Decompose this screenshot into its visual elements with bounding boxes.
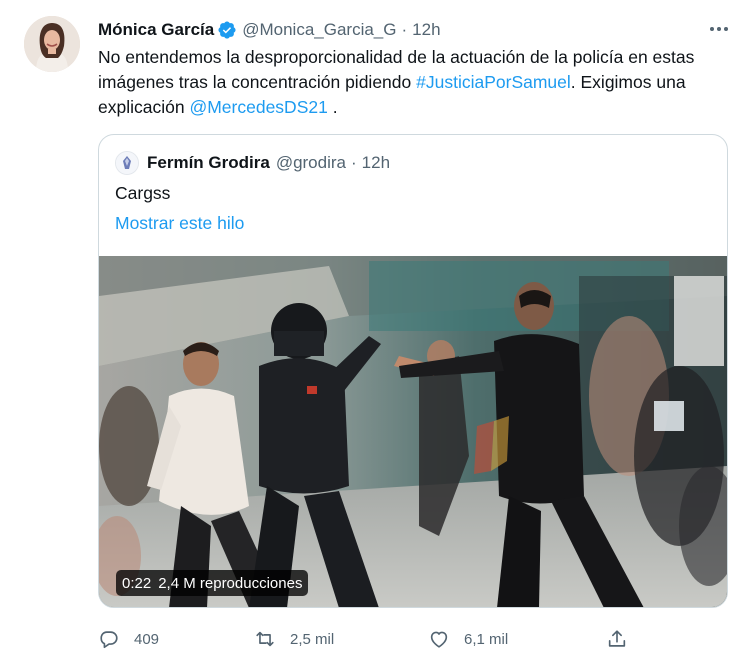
author-handle[interactable]: @Monica_Garcia_G <box>242 20 396 40</box>
author-avatar[interactable] <box>24 16 80 72</box>
heart-icon <box>430 631 448 648</box>
quoted-timestamp[interactable]: 12h <box>362 153 390 173</box>
quoted-avatar-image <box>116 152 138 174</box>
author-avatar-photo <box>24 16 80 72</box>
video-duration: 0:22 <box>122 574 152 592</box>
tweet: Mónica García @Monica_Garcia_G · 12h No … <box>0 0 751 664</box>
quoted-separator-dot: · <box>351 153 357 172</box>
video-views: 2,4 M reproducciones <box>158 574 303 592</box>
like-count: 6,1 mil <box>464 630 509 648</box>
retweet-button[interactable]: 2,5 mil <box>254 624 334 654</box>
quoted-author-handle[interactable]: @grodira <box>276 153 346 173</box>
verified-badge-icon <box>218 21 236 39</box>
reply-button[interactable]: 409 <box>98 624 159 654</box>
retweet-icon <box>256 631 274 647</box>
video-frame <box>99 256 727 607</box>
share-icon <box>608 630 626 647</box>
reply-icon <box>100 631 118 649</box>
quoted-tweet-header: Fermín Grodira @grodira · 12h <box>115 151 390 175</box>
tweet-text-end: . <box>327 97 338 117</box>
quoted-tweet[interactable]: Fermín Grodira @grodira · 12h Cargss Mos… <box>98 134 728 608</box>
video-info-badge: 0:22 2,4 M reproducciones <box>116 570 309 596</box>
share-button[interactable] <box>606 624 642 654</box>
tweet-timestamp[interactable]: 12h <box>412 20 440 40</box>
tweet-text: No entendemos la desproporcionalidad de … <box>98 45 728 120</box>
mention-link[interactable]: @MercedesDS21 <box>189 97 327 117</box>
more-options-button[interactable] <box>704 16 734 42</box>
retweet-count: 2,5 mil <box>290 630 335 648</box>
quoted-tweet-text: Cargss <box>115 183 171 203</box>
quoted-author-name[interactable]: Fermín Grodira <box>147 153 270 173</box>
author-name[interactable]: Mónica García <box>98 20 214 40</box>
like-button[interactable]: 6,1 mil <box>428 624 508 654</box>
tweet-actions: 409 2,5 mil 6,1 mil <box>98 624 638 654</box>
reply-count: 409 <box>134 630 160 648</box>
hashtag-link[interactable]: #JusticiaPorSamuel <box>416 72 571 92</box>
quoted-author-avatar[interactable] <box>115 151 139 175</box>
video-player[interactable] <box>99 256 727 607</box>
separator-dot: · <box>401 20 408 39</box>
show-thread-link[interactable]: Mostrar este hilo <box>115 213 244 234</box>
tweet-header: Mónica García @Monica_Garcia_G · 12h <box>98 18 441 42</box>
more-dots-icon <box>710 27 728 31</box>
